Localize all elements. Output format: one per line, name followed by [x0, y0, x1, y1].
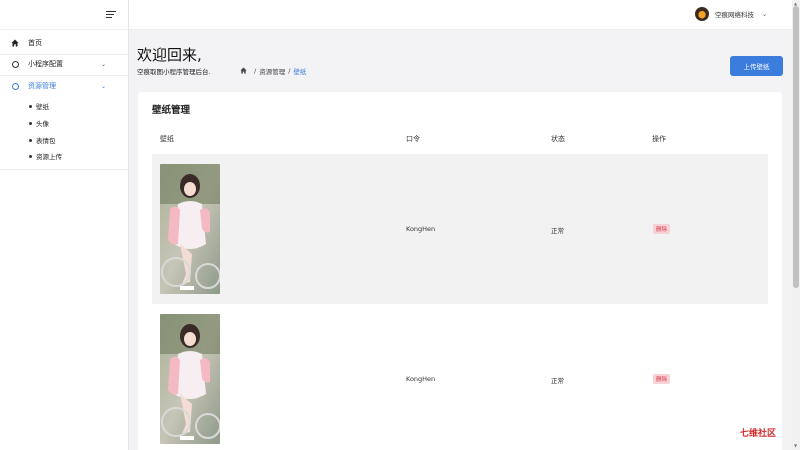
chevron-down-icon: ⌄ [761, 10, 767, 18]
column-header-actions: 操作 [652, 135, 666, 143]
sidebar-item-resource-management[interactable]: 资源管理 ⌄ [0, 76, 128, 96]
table-row: KongHen 正常 删除 [152, 304, 768, 450]
sidebar-subitem-resource-upload[interactable]: 资源上传 [0, 148, 128, 164]
sidebar-item-label: 小程序配置 [28, 60, 63, 68]
circle-icon [11, 82, 19, 90]
sidebar-subitem-label: 表情包 [36, 137, 56, 145]
top-bar: 空痕网络科技 ⌄ [129, 0, 792, 30]
breadcrumb-separator: / [254, 67, 257, 75]
page-scrollbar[interactable]: ▲ ▼ [792, 0, 800, 450]
page-subtitle: 空痕取图小程序管理后台. [137, 68, 211, 76]
page-title: 欢迎回来, [137, 46, 202, 64]
delete-button[interactable]: 删除 [653, 374, 671, 384]
sidebar-item-label: 首页 [28, 39, 42, 47]
circle-icon [11, 60, 19, 68]
sidebar-subitem-label: 资源上传 [36, 153, 62, 161]
bullet-icon [29, 154, 32, 158]
password-cell: KongHen [406, 225, 436, 233]
wallpaper-thumbnail[interactable] [160, 164, 220, 294]
avatar [694, 7, 709, 21]
user-name: 空痕网络科技 [714, 11, 754, 19]
menu-toggle-icon[interactable] [106, 11, 116, 19]
bullet-icon [29, 138, 32, 142]
upload-wallpaper-button[interactable]: 上传壁纸 [730, 56, 783, 76]
column-header-wallpaper: 壁纸 [160, 135, 174, 143]
home-icon [11, 39, 19, 47]
card-title: 壁纸管理 [152, 105, 191, 116]
home-icon[interactable] [240, 66, 247, 76]
sidebar-subitem-label: 头像 [36, 120, 49, 128]
sidebar-item-label: 资源管理 [28, 82, 56, 90]
status-cell: 正常 [551, 227, 564, 235]
sidebar-item-miniprogram-config[interactable]: 小程序配置 ⌄ [0, 54, 128, 74]
chevron-down-icon: ⌄ [101, 82, 107, 90]
sidebar-item-home[interactable]: 首页 [0, 33, 128, 53]
sidebar-header [0, 0, 128, 30]
user-menu[interactable]: 空痕网络科技 ⌄ [694, 7, 767, 21]
delete-button[interactable]: 删除 [653, 224, 671, 234]
divider [0, 169, 128, 170]
column-header-status: 状态 [551, 135, 565, 143]
column-header-password: 口令 [406, 135, 420, 143]
sidebar-subitem-emoji[interactable]: 表情包 [0, 132, 128, 148]
sidebar-subitem-wallpaper[interactable]: 壁纸 [0, 98, 128, 114]
watermark: 七维社区 [740, 429, 777, 439]
table-row: KongHen 正常 删除 [152, 154, 768, 304]
breadcrumb-separator: / [288, 67, 291, 75]
scrollbar-thumb[interactable] [793, 6, 799, 288]
wallpaper-card: 壁纸管理 壁纸 口令 状态 操作 KongHen 正常 删除 KongHen 正… [138, 92, 782, 450]
sidebar-subitem-label: 壁纸 [36, 103, 49, 111]
breadcrumb-item[interactable]: 资源管理 [259, 66, 285, 76]
wallpaper-thumbnail[interactable] [160, 314, 220, 444]
bullet-icon [29, 104, 32, 108]
status-cell: 正常 [551, 377, 564, 385]
chevron-down-icon: ⌄ [101, 60, 107, 68]
sidebar-subitem-avatar[interactable]: 头像 [0, 115, 128, 131]
breadcrumb: / 资源管理 / 壁纸 [240, 66, 306, 76]
bullet-icon [29, 121, 32, 125]
sidebar: 首页 小程序配置 ⌄ 资源管理 ⌄ 壁纸 头像 表情包 资源上传 [0, 0, 129, 450]
scroll-down-icon[interactable]: ▼ [794, 443, 797, 448]
breadcrumb-current: 壁纸 [293, 68, 307, 76]
password-cell: KongHen [406, 375, 436, 383]
